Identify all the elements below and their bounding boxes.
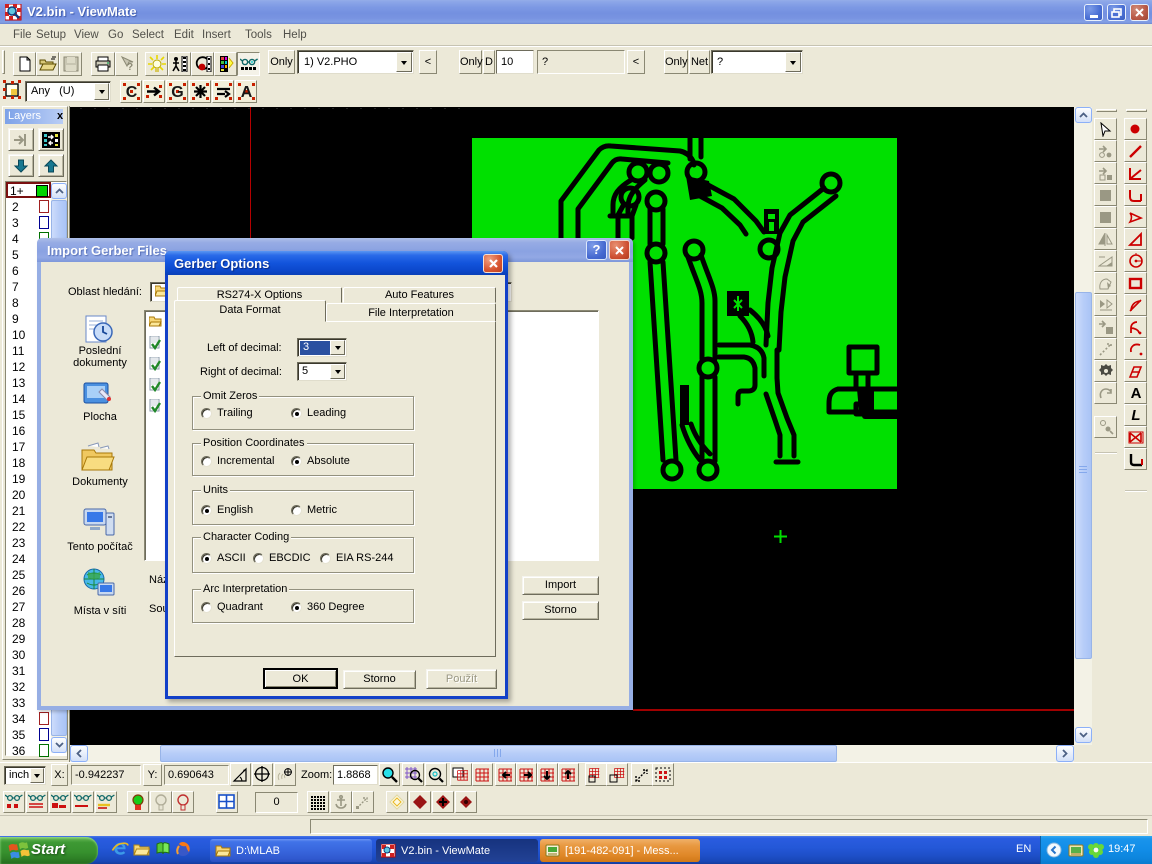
svg-text:G: G: [171, 84, 183, 100]
svg-text:A: A: [1130, 385, 1141, 401]
svg-text:C: C: [125, 84, 137, 100]
svg-text:L: L: [1131, 407, 1140, 423]
svg-text:?: ?: [127, 62, 133, 72]
svg-text:A: A: [240, 84, 252, 100]
